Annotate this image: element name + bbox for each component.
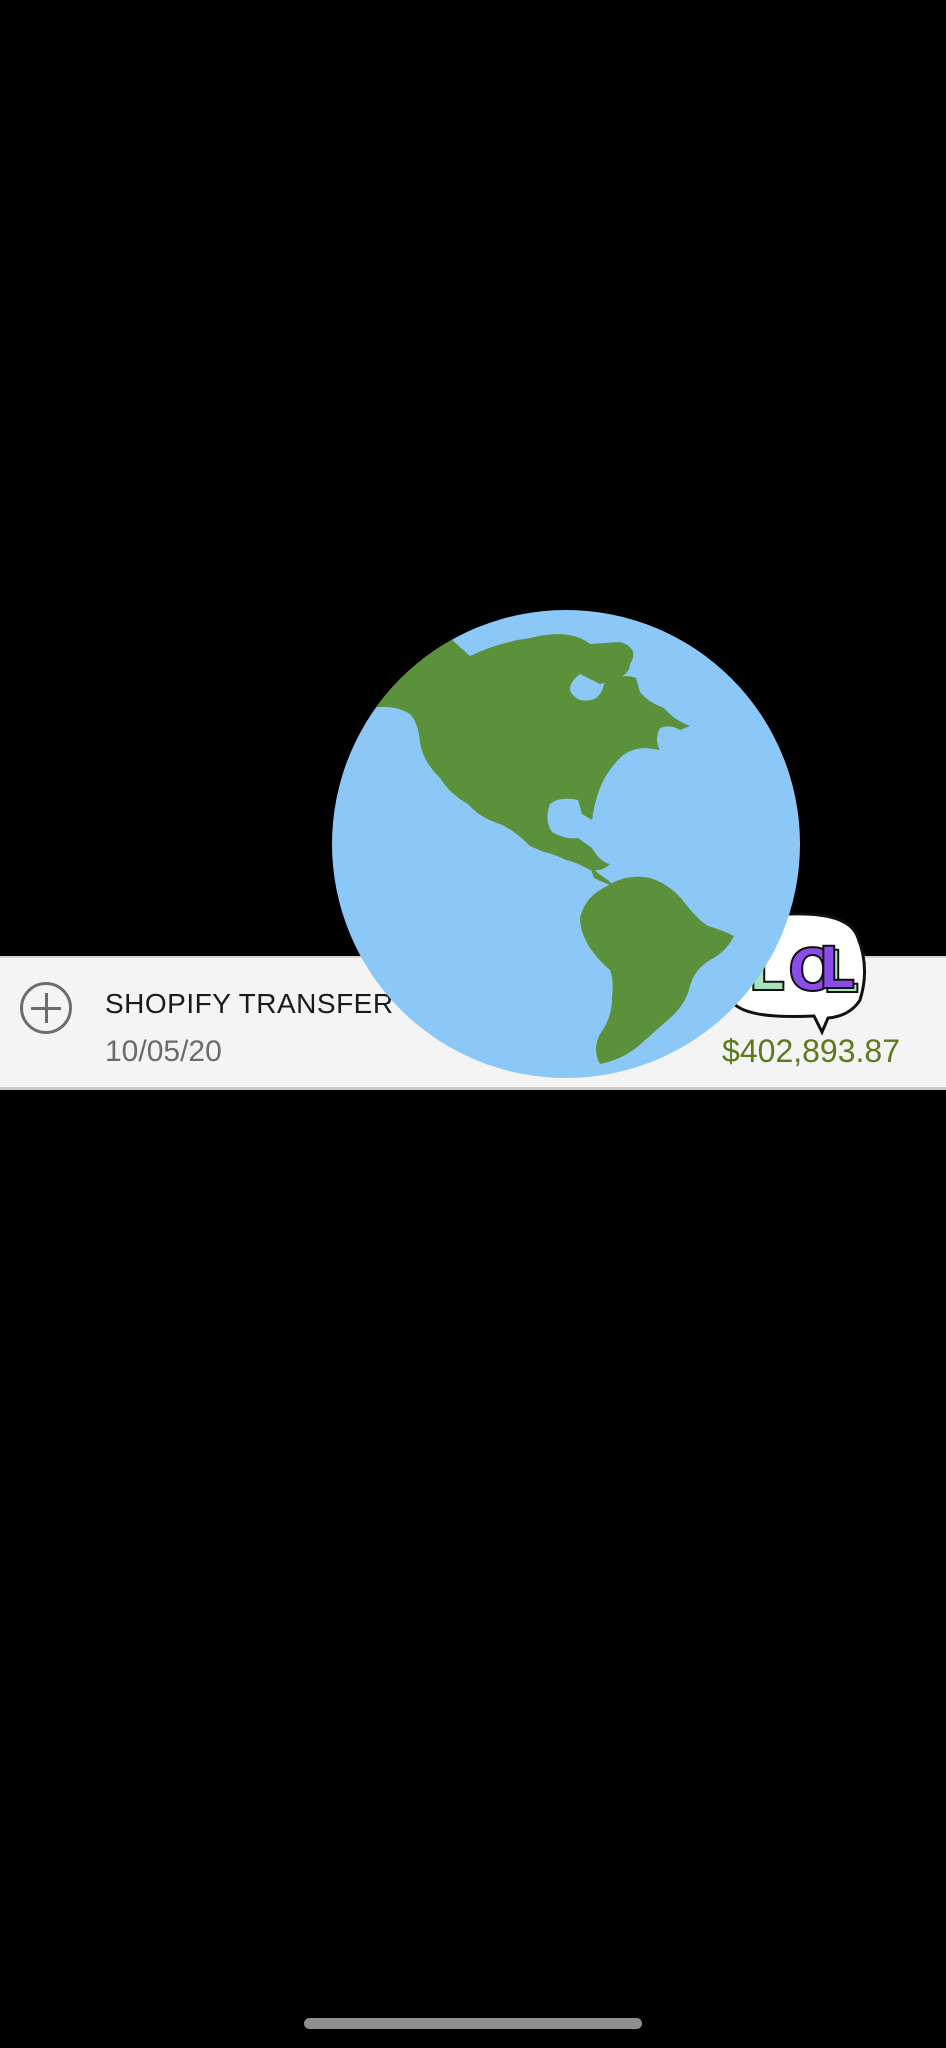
add-circle-icon[interactable] bbox=[20, 982, 72, 1034]
transaction-date: 10/05/20 bbox=[105, 1035, 222, 1068]
globe-americas-icon bbox=[332, 610, 800, 1078]
home-indicator[interactable] bbox=[304, 2018, 642, 2029]
screen: SHOPIFY TRANSFER S 10/05/20 + $402,893.8… bbox=[0, 0, 946, 2048]
svg-text:L: L bbox=[818, 934, 855, 1002]
